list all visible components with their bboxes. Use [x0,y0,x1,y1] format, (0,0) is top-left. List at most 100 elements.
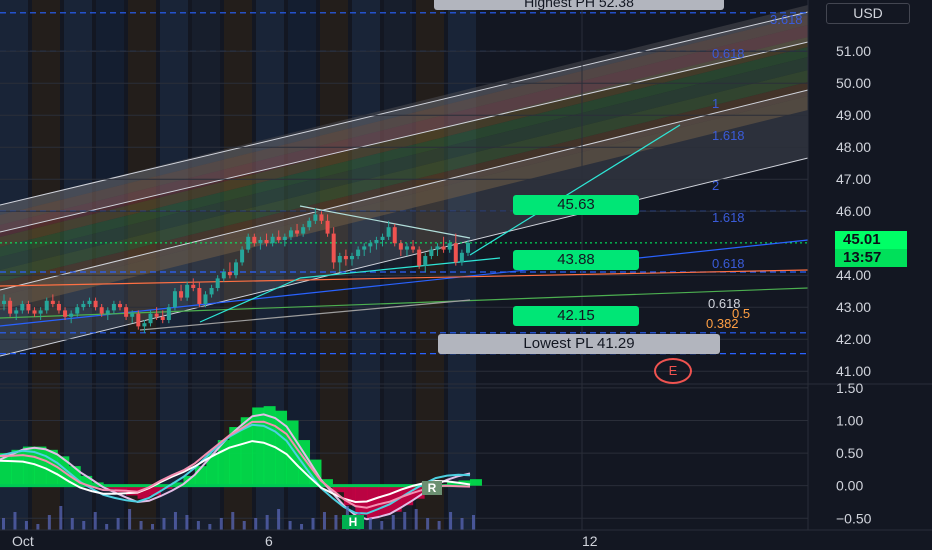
candle-body [459,252,464,263]
candle-body [368,243,373,247]
candle-body [240,249,245,263]
volume-bar [277,509,281,530]
candle-body [429,249,434,256]
candle-body [8,300,13,314]
candle-body [44,300,49,311]
candle-body [417,249,422,266]
candle-body [14,310,19,314]
candle-body [185,284,190,298]
candle-body [148,313,153,324]
highest-pivot-label: Highest PH 52.38 [434,0,724,10]
currency-selector[interactable]: USD [826,3,910,24]
osc-tick-label: 0.50 [836,445,863,461]
candle-body [252,236,257,244]
volume-bar [70,518,74,530]
volume-bar [254,518,258,530]
pattern-label-h: H [342,515,364,529]
price-tick-label: 46.00 [836,203,871,219]
candle-body [386,227,391,237]
candle-body [404,246,409,250]
volume-bar [47,515,51,530]
volume-bar [2,518,5,530]
earnings-badge[interactable]: E [654,358,692,384]
target-label-lower: 42.15 [513,306,639,326]
candle-body [191,284,196,288]
candle-body [362,246,367,250]
candle-body [93,300,98,308]
candle-body [63,310,68,317]
volume-bar [173,512,177,530]
volume-bar [162,518,166,530]
candle-body [81,304,86,308]
volume-bar [231,512,235,530]
volume-bar [391,515,395,530]
volume-bar [116,518,120,530]
candle-body [118,304,122,308]
candle-body [447,243,452,250]
candle-body [179,291,184,298]
last-price-tag: 45.01 [835,231,907,249]
candle-body [313,214,318,221]
candle-body [441,246,446,250]
volume-bar [242,521,246,530]
candle-body [111,304,116,311]
volume-bar [460,518,464,530]
fib-level-label: 1.618 [712,210,745,225]
candle-body [166,307,171,320]
candle-body [301,227,306,234]
osc-tick-label: 0.00 [836,478,863,494]
candle-body [331,233,336,263]
candle-body [154,313,159,317]
fib-level-label: 0.618 [712,256,745,271]
countdown-tag: 13:57 [835,249,907,267]
pattern-label-r: R [422,481,442,495]
volume-bar [426,518,430,530]
candle-body [380,236,385,240]
candle-body [69,313,74,317]
price-tick-label: 41.00 [836,363,871,379]
chart-canvas[interactable]: 51.00 50.00 49.00 48.00 47.00 46.00 44.00 43.00… [0,0,932,550]
candle-body [466,242,470,253]
candle-body [209,288,214,295]
candle-body [172,291,177,308]
volume-bar [196,521,200,530]
candle-body [234,262,238,276]
volume-bar [300,524,304,530]
oscillator-bar [378,485,391,516]
candle-body [99,307,104,314]
candle-body [87,300,92,304]
chart-workspace[interactable]: 51.00 50.00 49.00 48.00 47.00 46.00 44.00 43.00… [0,0,932,550]
candle-body [246,236,251,250]
candle-body [105,310,110,314]
candle-body [215,278,220,288]
volume-bar [139,521,143,530]
candle-body [160,316,165,320]
price-tick-label: 51.00 [836,43,871,59]
target-label-middle: 43.88 [513,250,639,270]
candle-body [423,256,428,266]
target-label-upper: 45.63 [513,195,639,215]
price-tick-label: 50.00 [836,75,871,91]
candle-body [325,220,330,234]
osc-tick-label: −0.50 [836,510,872,526]
candle-body [276,236,281,240]
volume-bar [449,512,453,530]
candle-body [124,307,129,317]
volume-bar [128,509,132,530]
candle-body [130,313,135,317]
candle-body [20,304,25,311]
volume-bar [414,509,418,530]
candle-body [227,272,232,276]
fib-level-label: 1.618 [712,128,745,143]
fib-level-label: 3.618 [770,12,803,27]
volume-bar [334,515,338,530]
volume-bar [368,518,372,530]
candle-body [264,240,269,244]
price-tick-label: 48.00 [836,139,871,155]
candle-body [282,236,287,240]
time-tick-label: 6 [265,533,273,549]
volume-bar [288,521,292,530]
volume-bar [24,521,28,530]
volume-bar [185,515,189,530]
candle-body [288,230,293,237]
